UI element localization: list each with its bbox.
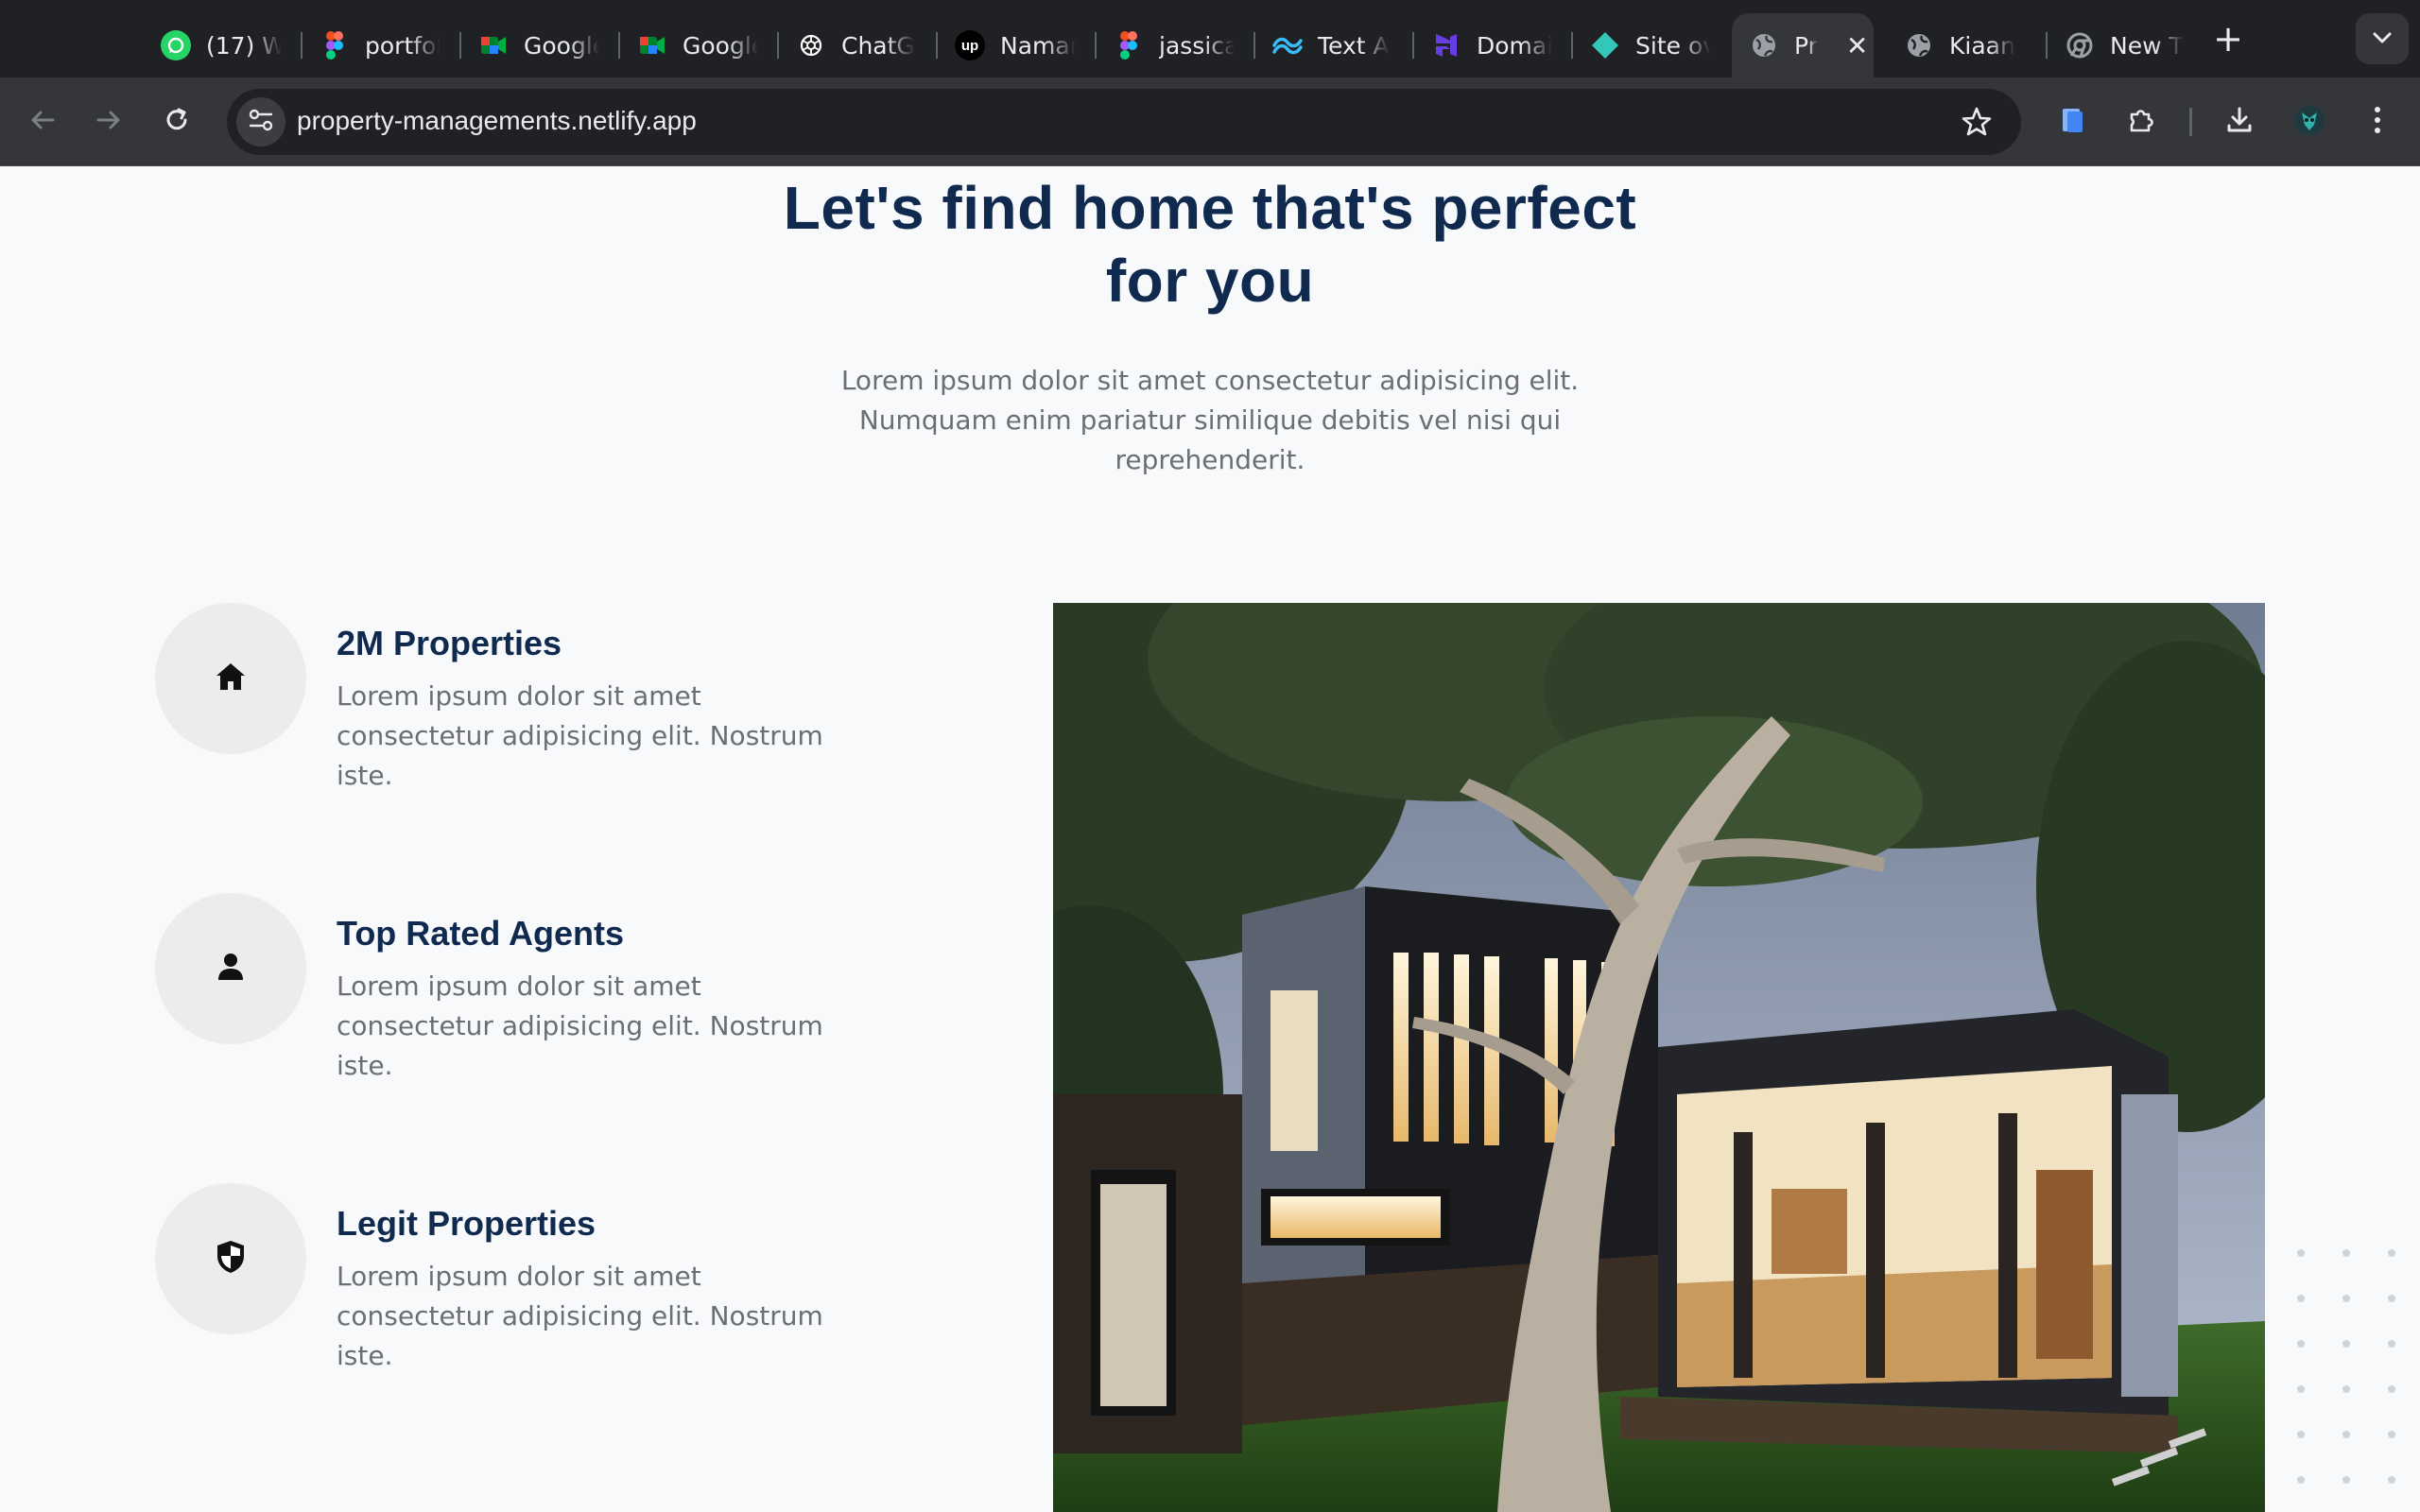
feature-icon-circle [155, 1183, 306, 1334]
home-icon [214, 661, 248, 696]
browser-toolbar: property-managements.netlify.app [0, 77, 2420, 166]
figma-icon [320, 30, 350, 60]
feature-title: 2M Properties [337, 624, 562, 662]
user-icon [216, 951, 246, 987]
more-vertical-icon [2373, 105, 2382, 139]
tab-chatgpt[interactable]: ChatG [779, 13, 938, 77]
feature-description: Lorem ipsum dolor sit amet consectetur a… [337, 971, 823, 1081]
tab-tailwind[interactable]: Text A [1255, 13, 1414, 77]
feature-properties: 2M Properties Lorem ipsum dolor sit amet… [155, 603, 892, 792]
tune-icon [248, 109, 274, 135]
tab-figma-portfolio[interactable]: portfol [302, 13, 461, 77]
new-tab-button[interactable]: + [2212, 17, 2244, 64]
feature-legit: Legit Properties Lorem ipsum dolor sit a… [155, 1183, 892, 1372]
tailwind-icon [1272, 30, 1303, 60]
google-meet-icon [637, 30, 667, 60]
feature-icon-circle [155, 603, 306, 754]
avatar [2293, 104, 2325, 140]
hero-headline: Let's find home that's perfect for you [783, 174, 1637, 315]
netlify-icon [1590, 30, 1620, 60]
site-info-button[interactable] [236, 97, 285, 146]
reload-icon [163, 106, 191, 138]
url-text[interactable]: property-managements.netlify.app [297, 106, 697, 136]
google-meet-icon [478, 30, 509, 60]
tab-new-tab[interactable]: New T [2048, 13, 2199, 77]
close-tab-icon[interactable]: ✕ [1846, 30, 1868, 61]
document-extension-icon [2059, 105, 2087, 139]
feature-icon-circle [155, 893, 306, 1044]
globe-icon [1904, 30, 1934, 60]
feature-description: Lorem ipsum dolor sit amet consectetur a… [337, 680, 823, 791]
tab-google-meet-2[interactable]: Google [620, 13, 779, 77]
tab-kiaan[interactable]: Kiaan [1887, 13, 2048, 77]
forward-button[interactable] [85, 98, 132, 146]
webpage: Let's find home that's perfect for you L… [0, 166, 2420, 1512]
decorative-dot-pattern [2288, 1240, 2420, 1499]
figma-icon [1114, 30, 1144, 60]
shield-icon [215, 1239, 247, 1279]
house-photo [1053, 603, 2265, 1512]
chrome-icon [2065, 30, 2095, 60]
bookmark-star-icon[interactable] [1961, 106, 1993, 142]
chevron-down-icon [2372, 30, 2393, 48]
feature-title: Legit Properties [337, 1204, 596, 1243]
chatgpt-icon [796, 30, 826, 60]
feature-agents: Top Rated Agents Lorem ipsum dolor sit a… [155, 893, 892, 1082]
back-button[interactable] [19, 98, 66, 146]
tab-property-active[interactable]: Pr ✕ [1732, 13, 1874, 77]
chrome-menu-button[interactable] [2354, 98, 2401, 146]
reload-button[interactable] [153, 98, 200, 146]
tab-hostinger[interactable]: Domai [1414, 13, 1573, 77]
feature-title: Top Rated Agents [337, 914, 624, 953]
tab-upwork[interactable]: up Namar [938, 13, 1097, 77]
download-icon [2224, 105, 2255, 139]
extensions-button[interactable] [2118, 98, 2165, 146]
tab-figma-jassica[interactable]: jassica [1097, 13, 1255, 77]
tab-whatsapp[interactable]: (17) W [144, 13, 302, 77]
feature-description: Lorem ipsum dolor sit amet consectetur a… [337, 1261, 823, 1371]
puzzle-icon [2126, 105, 2156, 139]
tab-netlify[interactable]: Site ov [1573, 13, 1732, 77]
arrow-left-icon [28, 106, 57, 138]
globe-icon [1749, 30, 1779, 60]
extension-docs-button[interactable] [2049, 98, 2097, 146]
downloads-button[interactable] [2216, 98, 2263, 146]
tab-google-meet-1[interactable]: Google [461, 13, 620, 77]
toolbar-divider [2189, 108, 2192, 136]
hostinger-icon [1431, 30, 1461, 60]
whatsapp-icon [161, 30, 191, 60]
tab-search-button[interactable] [2356, 13, 2409, 64]
profile-button[interactable] [2286, 98, 2333, 146]
upwork-icon: up [955, 30, 985, 60]
arrow-right-icon [95, 106, 123, 138]
hero-lead-text: Lorem ipsum dolor sit amet consectetur a… [840, 365, 1580, 475]
address-bar[interactable]: property-managements.netlify.app [227, 89, 2021, 155]
browser-tab-strip: (17) W portfol Google Google ChatG up Na… [0, 0, 2420, 77]
